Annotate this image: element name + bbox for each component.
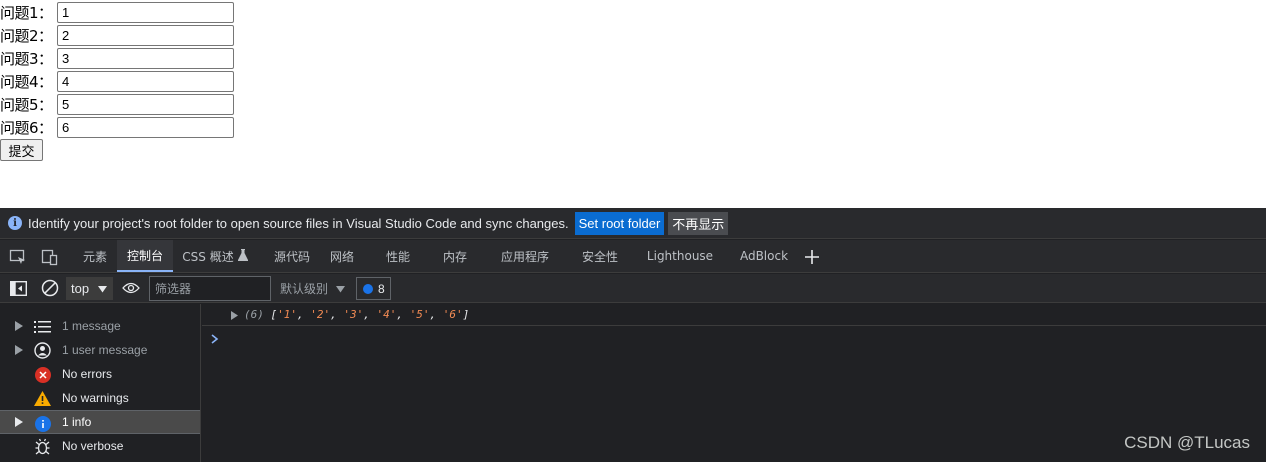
issues-counter[interactable]: 8 xyxy=(356,277,391,300)
sidebar-item-user-messages[interactable]: 1 user message xyxy=(0,338,200,362)
tab-performance[interactable]: 性能 xyxy=(378,240,418,272)
tab-css-overview-label: CSS 概述 xyxy=(182,249,234,264)
context-select[interactable]: top xyxy=(66,277,113,300)
caret-down-icon xyxy=(98,281,108,296)
watermark: CSDN @TLucas xyxy=(1124,433,1250,452)
expand-arrow-icon xyxy=(15,345,23,355)
tab-network[interactable]: 网络 xyxy=(322,240,362,272)
devtools-tabbar: 元素 控制台 CSS 概述 源代码 网络 性能 内存 应用程序 安全性 Ligh… xyxy=(0,240,1266,273)
question-row-2: 问题2： xyxy=(0,24,234,47)
question-row-5: 问题5： xyxy=(0,93,234,116)
sidebar-item-label: 1 message xyxy=(62,319,121,333)
sidebar-item-messages[interactable]: 1 message xyxy=(0,314,200,338)
info-icon: i xyxy=(8,216,22,230)
sidebar-item-label: No errors xyxy=(62,367,113,381)
question-row-6: 问题6： xyxy=(0,116,234,139)
console-output: (6) ['1', '2', '3', '4', '5', '6'] xyxy=(202,304,1266,462)
caret-down-icon xyxy=(336,282,346,296)
question-input-6[interactable] xyxy=(57,117,234,138)
flask-icon xyxy=(237,248,248,264)
dont-show-again-button[interactable]: 不再显示 xyxy=(668,211,729,235)
tab-lighthouse[interactable]: Lighthouse xyxy=(640,240,720,272)
context-value: top xyxy=(71,281,90,296)
tab-memory[interactable]: 内存 xyxy=(435,240,475,272)
add-tab-plus-icon[interactable] xyxy=(803,248,821,266)
tab-application[interactable]: 应用程序 xyxy=(492,240,558,272)
submit-button[interactable]: 提交 xyxy=(0,139,43,161)
error-icon xyxy=(34,366,51,383)
set-root-folder-button[interactable]: Set root folder xyxy=(574,211,665,235)
sidebar-item-label: 1 user message xyxy=(62,343,148,357)
log-array-text: (6) ['1', '2', '3', '4', '5', '6'] xyxy=(244,308,470,321)
expand-arrow-icon xyxy=(15,321,23,331)
sidebar-item-label: 1 info xyxy=(62,415,92,429)
question-row-3: 问题3： xyxy=(0,47,234,70)
tab-console[interactable]: 控制台 xyxy=(117,240,173,272)
issue-icon xyxy=(363,283,373,294)
log-level-select[interactable]: 默认级别 xyxy=(280,277,346,300)
question-label: 问题6： xyxy=(0,119,53,137)
device-toolbar-icon[interactable] xyxy=(41,248,59,266)
sidebar-item-info[interactable]: 1 info xyxy=(0,410,200,434)
sidebar-item-verbose[interactable]: No verbose xyxy=(0,434,200,458)
user-icon xyxy=(34,342,51,359)
bug-icon xyxy=(34,438,51,455)
list-icon xyxy=(34,318,51,335)
question-input-2[interactable] xyxy=(57,25,234,46)
expand-arrow-icon[interactable] xyxy=(231,311,238,320)
question-row-1: 问题1： xyxy=(0,1,234,24)
question-input-4[interactable] xyxy=(57,71,234,92)
console-sidebar: 1 message 1 user message No errors No wa… xyxy=(0,304,201,462)
question-label: 问题4： xyxy=(0,73,53,91)
question-label: 问题1： xyxy=(0,4,53,22)
expand-arrow-icon xyxy=(15,417,23,427)
live-expression-eye-icon[interactable] xyxy=(122,274,140,302)
question-input-5[interactable] xyxy=(57,94,234,115)
console-prompt-chevron-icon[interactable] xyxy=(211,331,219,347)
log-level-value: 默认级别 xyxy=(280,282,329,296)
sidebar-item-warnings[interactable]: No warnings xyxy=(0,386,200,410)
clear-console-icon[interactable] xyxy=(41,274,59,302)
question-label: 问题2： xyxy=(0,27,53,45)
tab-css-overview[interactable]: CSS 概述 xyxy=(175,240,255,272)
tab-security[interactable]: 安全性 xyxy=(572,240,628,272)
sidebar-item-label: No verbose xyxy=(62,439,124,453)
sidebar-toggle-icon[interactable] xyxy=(10,274,27,302)
question-label: 问题5： xyxy=(0,96,53,114)
console-toolbar: top 筛选器 默认级别 8 xyxy=(0,274,1266,303)
warning-icon xyxy=(34,390,51,407)
devtools-panel: i Identify your project's root folder to… xyxy=(0,208,1266,462)
question-input-1[interactable] xyxy=(57,2,234,23)
infobar: i Identify your project's root folder to… xyxy=(0,208,1266,239)
question-input-3[interactable] xyxy=(57,48,234,69)
infobar-message: Identify your project's root folder to o… xyxy=(28,215,569,231)
filter-input[interactable]: 筛选器 xyxy=(149,276,271,301)
inspect-element-icon[interactable] xyxy=(9,248,27,266)
question-row-4: 问题4： xyxy=(0,70,234,93)
tab-elements[interactable]: 元素 xyxy=(73,240,117,272)
tab-sources[interactable]: 源代码 xyxy=(265,240,319,272)
sidebar-item-label: No warnings xyxy=(62,391,129,405)
console-log-entry[interactable]: (6) ['1', '2', '3', '4', '5', '6'] xyxy=(202,304,1266,326)
tab-adblock[interactable]: AdBlock xyxy=(733,240,795,272)
issue-count-value: 8 xyxy=(378,281,385,296)
question-label: 问题3： xyxy=(0,50,53,68)
sidebar-item-errors[interactable]: No errors xyxy=(0,362,200,386)
info-icon xyxy=(34,415,51,432)
